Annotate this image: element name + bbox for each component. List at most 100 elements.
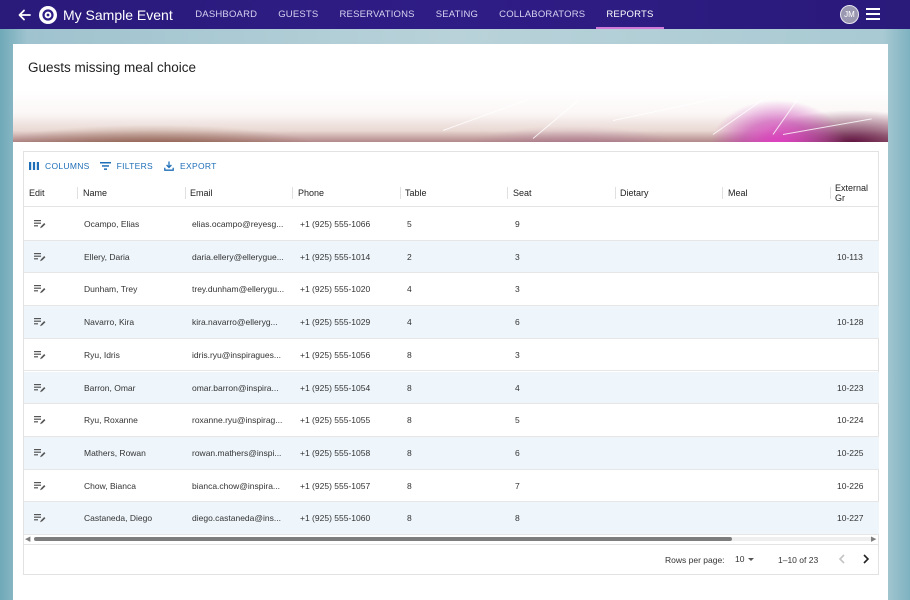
filter-icon xyxy=(100,161,112,171)
rows-per-page-select[interactable]: 10 xyxy=(735,554,755,564)
cell-seat: 4 xyxy=(515,382,520,393)
tab-reports[interactable]: REPORTS xyxy=(595,0,664,29)
edit-note-icon xyxy=(34,285,46,294)
column-header-name[interactable]: Name xyxy=(78,178,107,206)
cell-meal xyxy=(730,404,825,436)
table-row[interactable]: Dunham, Trey trey.dunham@ellerygu... +1 (9… xyxy=(24,273,879,307)
edit-note-icon xyxy=(34,448,46,458)
cell-name: Ryu, Roxanne xyxy=(84,415,138,426)
cell-email: bianca.chow@inspira... xyxy=(192,480,281,491)
tab-guests[interactable]: GUESTS xyxy=(268,0,329,29)
edit-row-button[interactable] xyxy=(34,502,64,534)
edit-note-icon xyxy=(34,318,46,327)
table-row[interactable]: Ryu, Roxanne roxanne.ryu@inspirag... +1 (9… xyxy=(24,404,879,437)
table-row[interactable]: Ryu, Idris idris.ryu@inspiragues... +1 (92… xyxy=(24,339,879,372)
top-app-bar: My Sample Event DASHBOARD GUESTS RESERVA… xyxy=(0,0,910,29)
cell-table: 8 xyxy=(407,349,412,360)
rows-per-page-label: Rows per page: xyxy=(665,555,725,565)
cell-seat: 5 xyxy=(515,415,520,426)
rows-per-page-value: 10 xyxy=(735,554,745,564)
cell-email: idris.ryu@inspiragues... xyxy=(192,349,281,360)
edit-row-button[interactable] xyxy=(34,404,64,436)
cell-phone: +1 (925) 555-1055 xyxy=(300,415,371,426)
report-title: Guests missing meal choice xyxy=(28,60,197,75)
cell-seat: 6 xyxy=(515,447,520,458)
cell-table: 8 xyxy=(407,382,412,393)
table-row[interactable]: Mathers, Rowan rowan.mathers@inspi... +1 (… xyxy=(24,436,879,470)
grid-toolbar: COLUMNS FILTERS EXPORT xyxy=(28,159,217,173)
scroll-right-arrow-icon[interactable]: ▶ xyxy=(871,535,876,543)
export-label: EXPORT xyxy=(180,161,217,171)
cell-external xyxy=(837,208,879,240)
data-grid: COLUMNS FILTERS EXPORT Edit Name Email P… xyxy=(23,151,879,575)
filters-button[interactable]: FILTERS xyxy=(100,159,153,173)
edit-row-button[interactable] xyxy=(34,339,64,371)
cell-meal xyxy=(730,273,825,305)
table-row[interactable]: Chow, Bianca bianca.chow@inspira... +1 (92… xyxy=(24,470,879,503)
cell-dietary xyxy=(622,404,717,436)
column-header-email[interactable]: Email xyxy=(185,178,213,206)
horizontal-scrollbar[interactable]: ◀ ▶ xyxy=(24,535,879,543)
tab-collaborators[interactable]: COLLABORATORS xyxy=(489,0,596,29)
cell-email: omar.barron@inspira... xyxy=(192,382,279,393)
column-header-phone[interactable]: Phone xyxy=(293,178,324,206)
tab-dashboard[interactable]: DASHBOARD xyxy=(185,0,268,29)
hamburger-menu-icon[interactable] xyxy=(866,8,880,20)
edit-row-button[interactable] xyxy=(34,208,64,240)
cell-external: 10-128 xyxy=(837,317,864,328)
edit-note-icon xyxy=(34,416,46,425)
columns-button[interactable]: COLUMNS xyxy=(28,159,90,173)
cell-external: 10-225 xyxy=(837,447,864,458)
cell-seat: 9 xyxy=(515,219,520,229)
previous-page-button[interactable] xyxy=(834,551,850,567)
column-header-seat[interactable]: Seat xyxy=(508,178,532,206)
cell-table: 4 xyxy=(407,317,412,328)
edit-row-button[interactable] xyxy=(34,273,64,305)
user-avatar[interactable]: JM xyxy=(840,5,859,24)
table-row[interactable]: Ocampo, Elias elias.ocampo@reyesg... +1 (9… xyxy=(24,208,879,241)
filters-label: FILTERS xyxy=(116,161,154,171)
cell-name: Ryu, Idris xyxy=(84,349,120,360)
table-row[interactable]: Barron, Omar omar.barron@inspira... +1 (92… xyxy=(24,371,879,405)
cell-meal xyxy=(730,470,825,502)
back-arrow-icon[interactable] xyxy=(13,4,35,26)
cell-dietary xyxy=(622,306,717,338)
tab-reservations[interactable]: RESERVATIONS xyxy=(329,0,425,29)
edit-note-icon xyxy=(34,350,46,359)
tab-seating[interactable]: SEATING xyxy=(425,0,488,29)
edit-row-button[interactable] xyxy=(34,470,64,502)
column-header-edit[interactable]: Edit xyxy=(24,178,45,206)
cell-table: 8 xyxy=(407,447,412,458)
scroll-thumb[interactable] xyxy=(34,537,732,541)
cell-meal xyxy=(730,372,825,404)
export-button[interactable]: EXPORT xyxy=(163,159,217,173)
cell-name: Ocampo, Elias xyxy=(84,219,140,229)
edit-row-button[interactable] xyxy=(34,241,64,273)
report-card: Guests missing meal choice COLUMNS FILTE… xyxy=(13,44,888,600)
column-header-table[interactable]: Table xyxy=(400,178,427,206)
table-row[interactable]: Castaneda, Diego diego.castaneda@ins... +1… xyxy=(24,502,879,535)
cell-dietary xyxy=(622,437,717,469)
cell-name: Ellery, Daria xyxy=(84,251,130,262)
scroll-left-arrow-icon[interactable]: ◀ xyxy=(25,535,30,543)
cell-name: Castaneda, Diego xyxy=(84,513,153,524)
cell-external xyxy=(837,339,879,371)
column-header-external-group[interactable]: External Gr xyxy=(830,178,879,206)
cell-email: elias.ocampo@reyesg... xyxy=(192,219,284,229)
edit-row-button[interactable] xyxy=(34,372,64,404)
cell-table: 8 xyxy=(407,513,412,524)
column-header-meal[interactable]: Meal xyxy=(723,178,748,206)
edit-note-icon xyxy=(34,220,46,229)
cell-name: Mathers, Rowan xyxy=(84,447,146,458)
cell-email: trey.dunham@ellerygu... xyxy=(192,284,285,295)
cell-meal xyxy=(730,208,825,240)
table-row[interactable]: Navarro, Kira kira.navarro@elleryg... +1 (… xyxy=(24,306,879,339)
edit-row-button[interactable] xyxy=(34,306,64,338)
cell-dietary xyxy=(622,339,717,371)
cell-email: roxanne.ryu@inspirag... xyxy=(192,415,283,426)
next-page-button[interactable] xyxy=(858,551,874,567)
column-header-dietary[interactable]: Dietary xyxy=(615,178,649,206)
table-row[interactable]: Ellery, Daria daria.ellery@ellerygue... +1… xyxy=(24,240,879,274)
cell-table: 8 xyxy=(407,480,412,491)
edit-row-button[interactable] xyxy=(34,437,64,469)
